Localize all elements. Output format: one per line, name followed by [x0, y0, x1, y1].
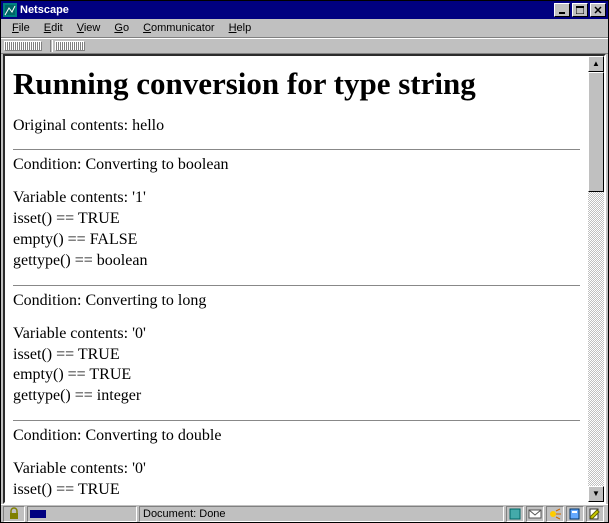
divider [13, 285, 580, 286]
divider [13, 149, 580, 150]
isset-line: isset() == TRUE [13, 210, 580, 229]
empty-line: empty() == TRUE [13, 366, 580, 385]
empty-line: empty() == FALSE [13, 231, 580, 250]
menu-file-rest: ile [19, 22, 30, 34]
condition-line: Condition: Converting to double [13, 427, 580, 446]
document-view: Running conversion for type string Origi… [5, 56, 588, 502]
variable-contents: Variable contents: '0' [13, 460, 580, 479]
original-contents: Original contents: hello [13, 117, 580, 136]
divider [13, 420, 580, 421]
chevron-up-icon: ▲ [592, 60, 600, 68]
gettype-line: gettype() == boolean [13, 252, 580, 271]
status-icon-pane[interactable] [586, 506, 604, 522]
status-message-pane: Document: Done [139, 506, 504, 522]
variable-contents: Variable contents: '1' [13, 189, 580, 208]
minimize-button[interactable] [554, 3, 570, 17]
status-icon-pane[interactable] [526, 506, 544, 522]
status-icon-pane[interactable] [566, 506, 584, 522]
isset-line: isset() == TRUE [13, 481, 580, 500]
lock-icon [7, 507, 21, 521]
menu-go[interactable]: Go [107, 21, 136, 35]
chevron-down-icon: ▼ [592, 490, 600, 498]
status-message: Document: Done [143, 508, 226, 520]
toolbar-separator [50, 40, 53, 52]
vertical-scrollbar[interactable]: ▲ ▼ [588, 56, 604, 502]
variable-contents: Variable contents: '0' [13, 325, 580, 344]
condition-line: Condition: Converting to boolean [13, 156, 580, 175]
navigator-icon [508, 507, 522, 521]
menu-bar: File Edit View Go Communicator Help [1, 19, 608, 38]
gettype-line: gettype() == integer [13, 387, 580, 406]
menu-view[interactable]: View [70, 21, 108, 35]
status-icon-pane[interactable] [546, 506, 564, 522]
composer-icon [588, 507, 602, 521]
address-book-icon [568, 507, 582, 521]
status-icon-pane[interactable] [506, 506, 524, 522]
toolbar-strip [1, 38, 608, 54]
toolbar-grip[interactable] [4, 41, 42, 51]
toolbar-grip[interactable] [55, 41, 85, 51]
mail-icon [528, 507, 542, 521]
isset-line: isset() == TRUE [13, 346, 580, 365]
close-button[interactable] [590, 3, 606, 17]
scroll-down-button[interactable]: ▼ [588, 486, 604, 502]
progress-indicator [30, 510, 46, 518]
status-bar: Document: Done [1, 504, 608, 522]
scroll-track[interactable] [588, 72, 604, 486]
title-bar: Netscape [1, 1, 608, 19]
menu-file[interactable]: File [5, 21, 37, 35]
app-icon [3, 3, 17, 17]
client-area: Running conversion for type string Origi… [3, 54, 606, 504]
progress-pane [27, 506, 137, 522]
menu-edit[interactable]: Edit [37, 21, 70, 35]
maximize-button[interactable] [572, 3, 588, 17]
news-icon [548, 507, 562, 521]
window-title: Netscape [20, 4, 552, 16]
security-pane[interactable] [3, 506, 25, 522]
menu-communicator[interactable]: Communicator [136, 21, 222, 35]
scroll-up-button[interactable]: ▲ [588, 56, 604, 72]
condition-line: Condition: Converting to long [13, 292, 580, 311]
menu-help[interactable]: Help [222, 21, 259, 35]
page-heading: Running conversion for type string [13, 66, 580, 103]
scroll-thumb[interactable] [588, 72, 604, 192]
